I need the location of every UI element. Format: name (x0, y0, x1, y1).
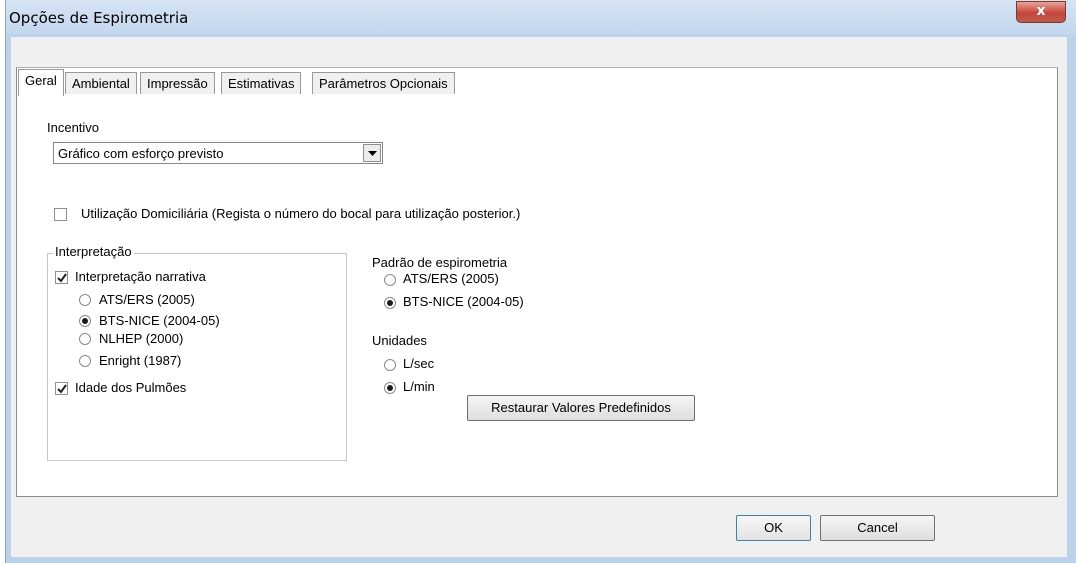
interp-radio-bts-nice[interactable] (79, 315, 91, 327)
interp-option-label: Enright (1987) (99, 353, 182, 368)
units-radio-lsec[interactable] (384, 359, 396, 371)
close-icon: x (1036, 3, 1046, 19)
window-title: Opções de Espirometria (9, 9, 189, 27)
home-use-label: Utilização Domiciliária (Regista o númer… (81, 206, 521, 221)
units-option-label: L/min (403, 379, 435, 394)
cancel-button[interactable]: Cancel (820, 515, 935, 541)
radio-selected-dot (387, 300, 393, 306)
radio-selected-dot (82, 318, 88, 324)
restore-defaults-button[interactable]: Restaurar Valores Predefinidos (467, 395, 695, 421)
home-use-checkbox[interactable] (54, 208, 67, 221)
tab-estimativas[interactable]: Estimativas (221, 72, 302, 94)
units-label: Unidades (372, 333, 427, 348)
lung-age-checkbox[interactable] (55, 382, 68, 395)
interp-option-label: NLHEP (2000) (99, 331, 184, 346)
interp-option-label: BTS-NICE (2004-05) (99, 313, 220, 328)
title-bar: Opções de Espirometria x (6, 0, 1076, 34)
standard-label: Padrão de espirometria (372, 255, 508, 270)
interpretation-groupbox (47, 253, 347, 461)
tab-ambiental[interactable]: Ambiental (65, 72, 137, 94)
check-icon (57, 273, 67, 283)
radio-selected-dot (387, 385, 393, 391)
narrative-checkbox[interactable] (55, 271, 68, 284)
interpretation-group-label: Interpretação (53, 244, 134, 259)
units-option-label: L/sec (403, 356, 435, 371)
standard-radio-ats-ers[interactable] (384, 274, 396, 286)
dialog-client-area: Incentivo Gráfico com esforço previsto U… (11, 37, 1067, 557)
tab-impressao[interactable]: Impressão (140, 72, 215, 94)
interp-option-label: ATS/ERS (2005) (99, 292, 195, 307)
tab-panel-geral: Incentivo Gráfico com esforço previsto U… (16, 67, 1058, 497)
dialog-window: Opções de Espirometria x Incentivo Gráfi… (5, 0, 1076, 563)
ok-button[interactable]: OK (736, 515, 811, 541)
incentivo-label: Incentivo (47, 120, 100, 135)
interp-radio-enright[interactable] (79, 355, 91, 367)
units-radio-lmin[interactable] (384, 382, 396, 394)
dropdown-button[interactable] (363, 144, 381, 162)
incentivo-select[interactable]: Gráfico com esforço previsto (53, 142, 383, 164)
close-button[interactable]: x (1016, 1, 1066, 23)
incentivo-selected-value: Gráfico com esforço previsto (58, 146, 224, 161)
interp-radio-ats-ers[interactable] (79, 294, 91, 306)
standard-radio-bts-nice[interactable] (384, 297, 396, 309)
chevron-down-icon (368, 151, 377, 156)
standard-option-label: BTS-NICE (2004-05) (403, 294, 524, 309)
lung-age-label: Idade dos Pulmões (75, 380, 187, 395)
standard-option-label: ATS/ERS (2005) (403, 271, 499, 286)
tab-parametros-opcionais[interactable]: Parâmetros Opcionais (312, 72, 455, 94)
check-icon (57, 384, 67, 394)
narrative-label: Interpretação narrativa (75, 269, 206, 284)
tab-geral[interactable]: Geral (18, 69, 64, 96)
interp-radio-nlhep[interactable] (79, 333, 91, 345)
